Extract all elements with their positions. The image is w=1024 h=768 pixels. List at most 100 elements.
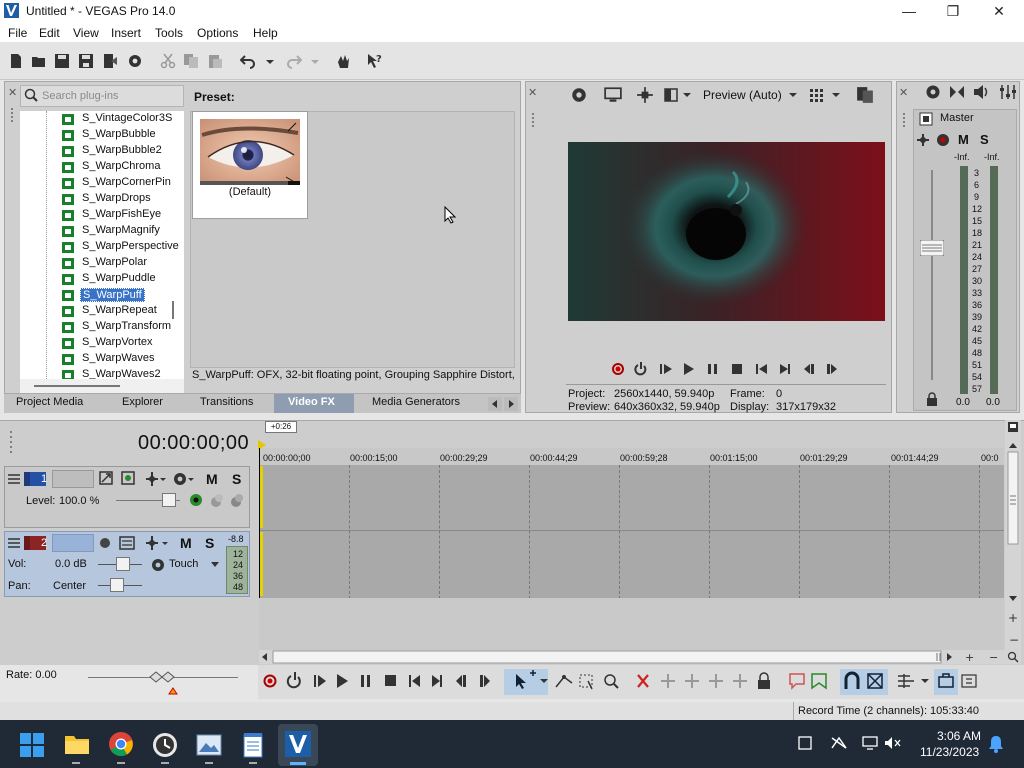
menu-edit[interactable]: Edit: [39, 26, 60, 40]
video-track-number: 1: [41, 473, 48, 485]
level-slider-handle[interactable]: [162, 493, 176, 507]
notepad-icon[interactable]: [242, 732, 264, 758]
tab-scroll-arrows-icon[interactable]: [488, 397, 518, 411]
menu-view[interactable]: View: [73, 26, 99, 40]
insert-region-icon: [811, 673, 827, 690]
master-mute-button[interactable]: M: [958, 132, 969, 147]
notifications-bell-icon[interactable]: [988, 735, 1004, 753]
timeline-grip[interactable]: [8, 428, 14, 458]
record-button-icon: [263, 674, 277, 688]
cut-icon[interactable]: [160, 53, 176, 69]
menu-help[interactable]: Help: [253, 26, 278, 40]
lock-icon[interactable]: [926, 392, 938, 406]
record-time-status: Record Time (2 channels): 105:33:40: [798, 705, 979, 717]
tab-project-media[interactable]: Project Media: [16, 396, 83, 408]
save-as-icon[interactable]: [78, 53, 94, 69]
tab-video-fx[interactable]: Video FX: [288, 396, 335, 408]
lock-envelopes-bg: [934, 669, 958, 695]
tree-vscroll-thumb[interactable]: [172, 301, 174, 319]
preset-thumbnail[interactable]: [192, 111, 308, 219]
plugin-icon: [62, 242, 74, 253]
external-monitor-icon[interactable]: [604, 86, 622, 104]
taskbar-clock-date[interactable]: 11/23/2023: [920, 745, 979, 759]
clock-app-icon[interactable]: [152, 732, 178, 758]
close-button[interactable]: ✕: [976, 0, 1022, 22]
gridline: [799, 465, 800, 599]
undo-dropdown-icon[interactable]: [265, 53, 275, 69]
menu-file[interactable]: File: [8, 26, 27, 40]
volume-muted-icon[interactable]: [884, 736, 902, 750]
timeline-ruler[interactable]: 00:00:00;00 00:00:15;00 00:00:29;29 00:0…: [259, 448, 1004, 466]
svg-text:✕: ✕: [899, 86, 908, 99]
panel-grip[interactable]: ✕: [899, 86, 909, 146]
undo-icon[interactable]: [240, 53, 256, 69]
file-explorer-icon[interactable]: [64, 732, 90, 756]
meet-now-icon[interactable]: [830, 736, 848, 750]
windows-start-icon[interactable]: [20, 733, 44, 757]
photos-app-icon[interactable]: [196, 734, 222, 756]
copy-icon[interactable]: [183, 53, 199, 69]
empty-timeline-area[interactable]: [259, 598, 1004, 650]
audio-solo-button[interactable]: S: [205, 535, 214, 551]
network-icon[interactable]: [862, 736, 878, 750]
open-icon[interactable]: [31, 53, 47, 69]
dropdown-arrow-icon[interactable]: [210, 561, 220, 569]
timeline-vscrollbar[interactable]: + −: [1005, 420, 1021, 650]
automation-gear-icon[interactable]: [150, 557, 166, 573]
taskbar-clock-time[interactable]: 3:06 AM: [937, 729, 981, 743]
minimize-button[interactable]: —: [886, 0, 932, 22]
pan-slider-handle[interactable]: [110, 578, 124, 592]
track-lanes[interactable]: [259, 465, 1004, 599]
copy-snapshot-icon[interactable]: [856, 86, 874, 104]
tab-explorer[interactable]: Explorer: [122, 396, 163, 408]
preview-mode-icon[interactable]: [664, 86, 694, 104]
speaker-icon: [974, 85, 988, 99]
gridline: [439, 465, 440, 599]
maximize-button[interactable]: ❐: [930, 0, 976, 22]
rate-slider-handle[interactable]: [148, 670, 178, 696]
enable-snapping-hand-icon[interactable]: [335, 53, 351, 69]
panel-grip[interactable]: ✕: [528, 86, 538, 146]
paste-icon[interactable]: [207, 53, 223, 69]
new-project-icon[interactable]: [8, 53, 24, 69]
render-as-icon[interactable]: [102, 53, 118, 69]
track-gear-icon: [174, 473, 194, 485]
tree-hscrollbar[interactable]: [20, 379, 184, 394]
composite-mode-icon: [146, 472, 166, 486]
tab-transitions[interactable]: Transitions: [200, 396, 253, 408]
vol-slider-handle[interactable]: [116, 557, 130, 571]
app-running-indicator: [161, 762, 169, 764]
redo-icon[interactable]: [286, 53, 302, 69]
menu-options[interactable]: Options: [197, 26, 238, 40]
menu-insert[interactable]: Insert: [111, 26, 141, 40]
panel-grip[interactable]: ✕: [8, 87, 16, 387]
chrome-icon[interactable]: [108, 731, 134, 757]
audio-mute-button[interactable]: M: [180, 535, 192, 551]
plugin-tree[interactable]: S_VintageColor3S S_WarpBubble S_WarpBubb…: [20, 111, 184, 394]
timeline-transport-toolbar: [258, 665, 1024, 699]
video-solo-button[interactable]: S: [232, 471, 241, 487]
overlays-grid-icon[interactable]: [808, 86, 840, 104]
save-icon[interactable]: [54, 53, 70, 69]
cursor-time-readout[interactable]: 00:00:00;00: [138, 432, 249, 455]
tab-media-generators[interactable]: Media Generators: [372, 396, 460, 408]
insert-fx-icon: [917, 134, 929, 146]
menu-tools[interactable]: Tools: [155, 26, 183, 40]
video-mute-button[interactable]: M: [206, 471, 218, 487]
dropdown-arrow-icon[interactable]: [788, 90, 798, 100]
automation-mode[interactable]: Touch: [169, 558, 198, 570]
properties-gear-icon[interactable]: [127, 53, 143, 69]
audio-track-name-field[interactable]: [52, 534, 94, 552]
timeline-hscrollbar[interactable]: + −: [259, 650, 1021, 664]
play-from-start-icon: [660, 364, 672, 374]
video-track-name-field[interactable]: [52, 470, 94, 488]
whats-this-help-icon[interactable]: ?: [367, 53, 383, 69]
vegas-taskbar-icon[interactable]: [285, 731, 311, 757]
master-solo-button[interactable]: S: [980, 132, 989, 147]
preview-properties-gear-icon[interactable]: [570, 86, 588, 104]
preview-quality-dropdown[interactable]: Preview (Auto): [703, 88, 782, 102]
split-screen-icon[interactable]: [636, 86, 654, 104]
tablet-mode-icon[interactable]: [798, 736, 812, 750]
redo-dropdown-icon[interactable]: [310, 53, 320, 69]
master-fader-handle[interactable]: [920, 240, 944, 256]
